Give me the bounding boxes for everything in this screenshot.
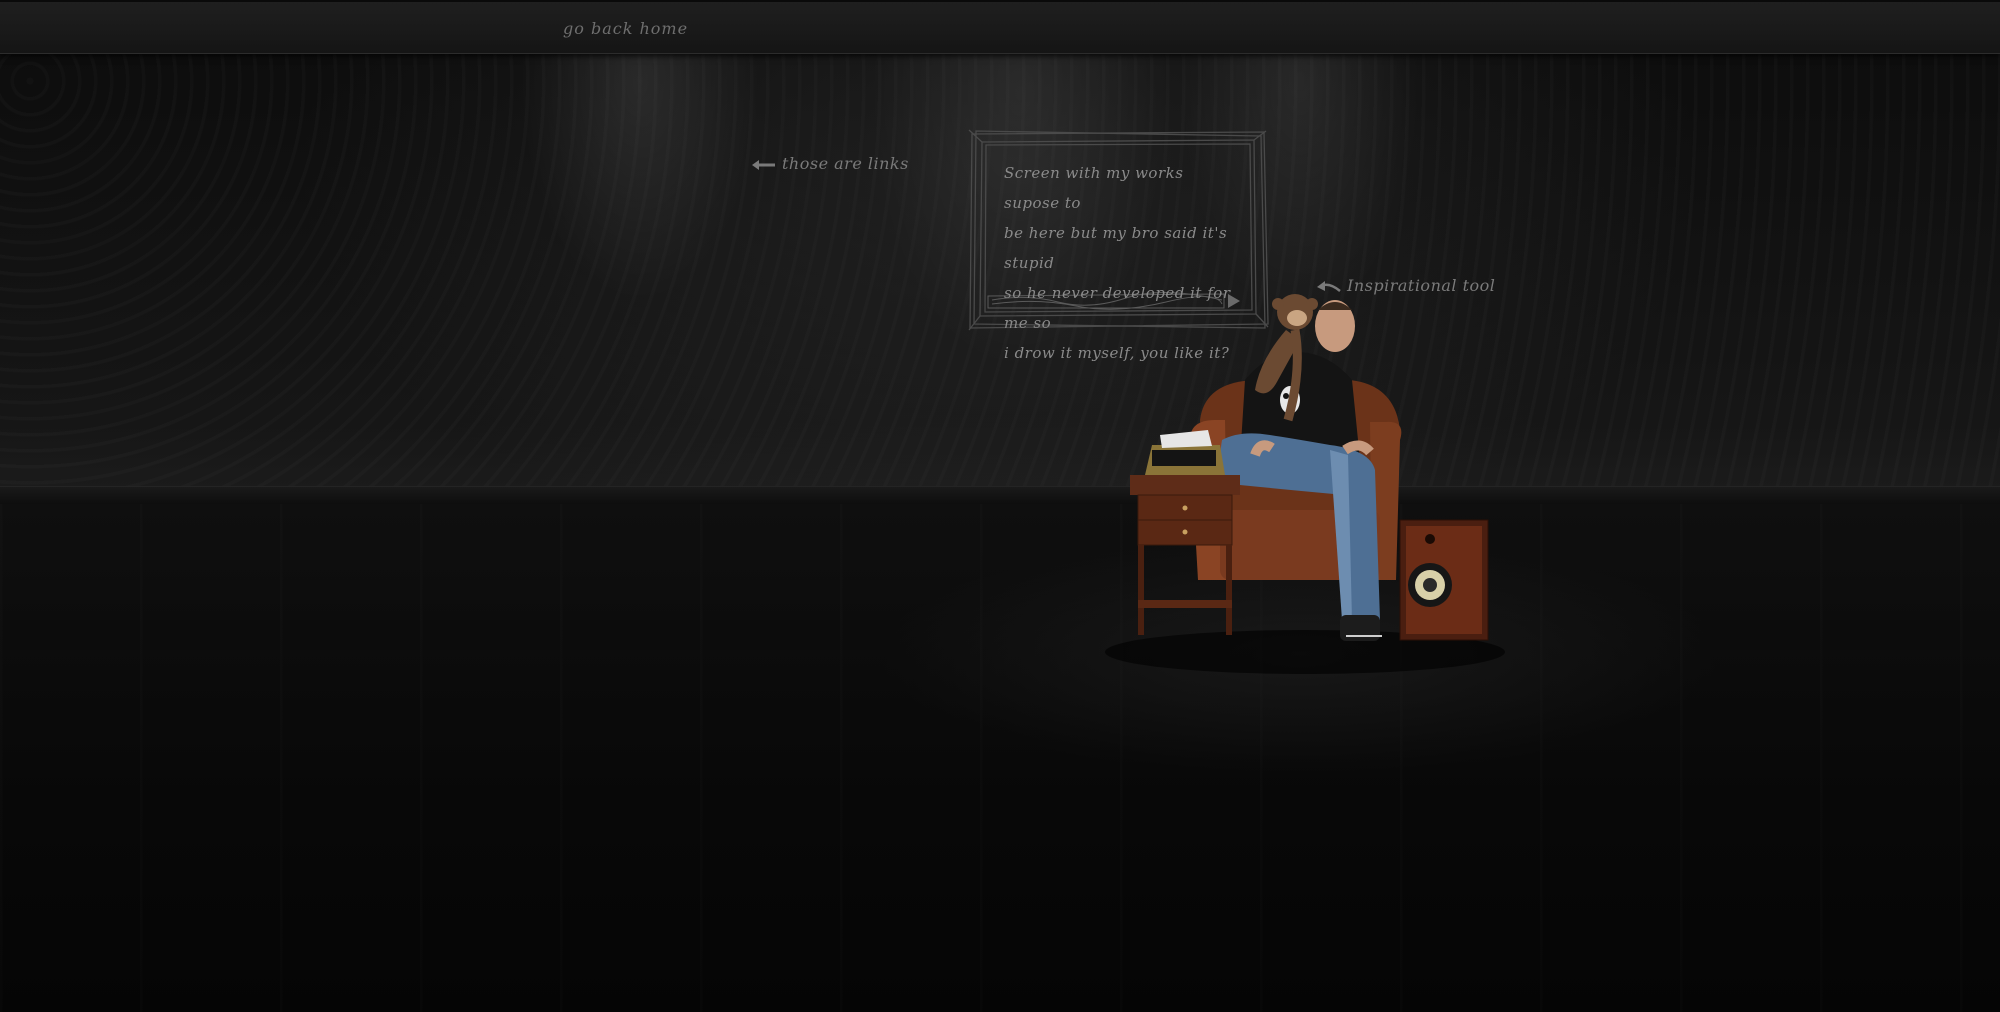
links-hint-text: those are links	[782, 154, 909, 173]
go-back-home-link[interactable]: go back home	[563, 19, 688, 38]
speaker-icon	[1399, 519, 1489, 641]
wall-baseboard	[0, 486, 2000, 505]
arrow-left-icon	[750, 157, 776, 171]
links-hint: those are links	[750, 154, 909, 173]
sketch-note-line: Screen with my works supose to	[1004, 164, 1184, 212]
page: go back home those are links Screen with…	[0, 0, 2000, 1012]
top-nav-bar: go back home	[0, 0, 2000, 54]
floor	[0, 504, 2000, 1012]
man-in-armchair-scene	[1090, 280, 1520, 680]
scene-illustration	[1105, 294, 1505, 674]
sketch-note-line: be here but my bro said it's stupid	[1004, 224, 1228, 272]
